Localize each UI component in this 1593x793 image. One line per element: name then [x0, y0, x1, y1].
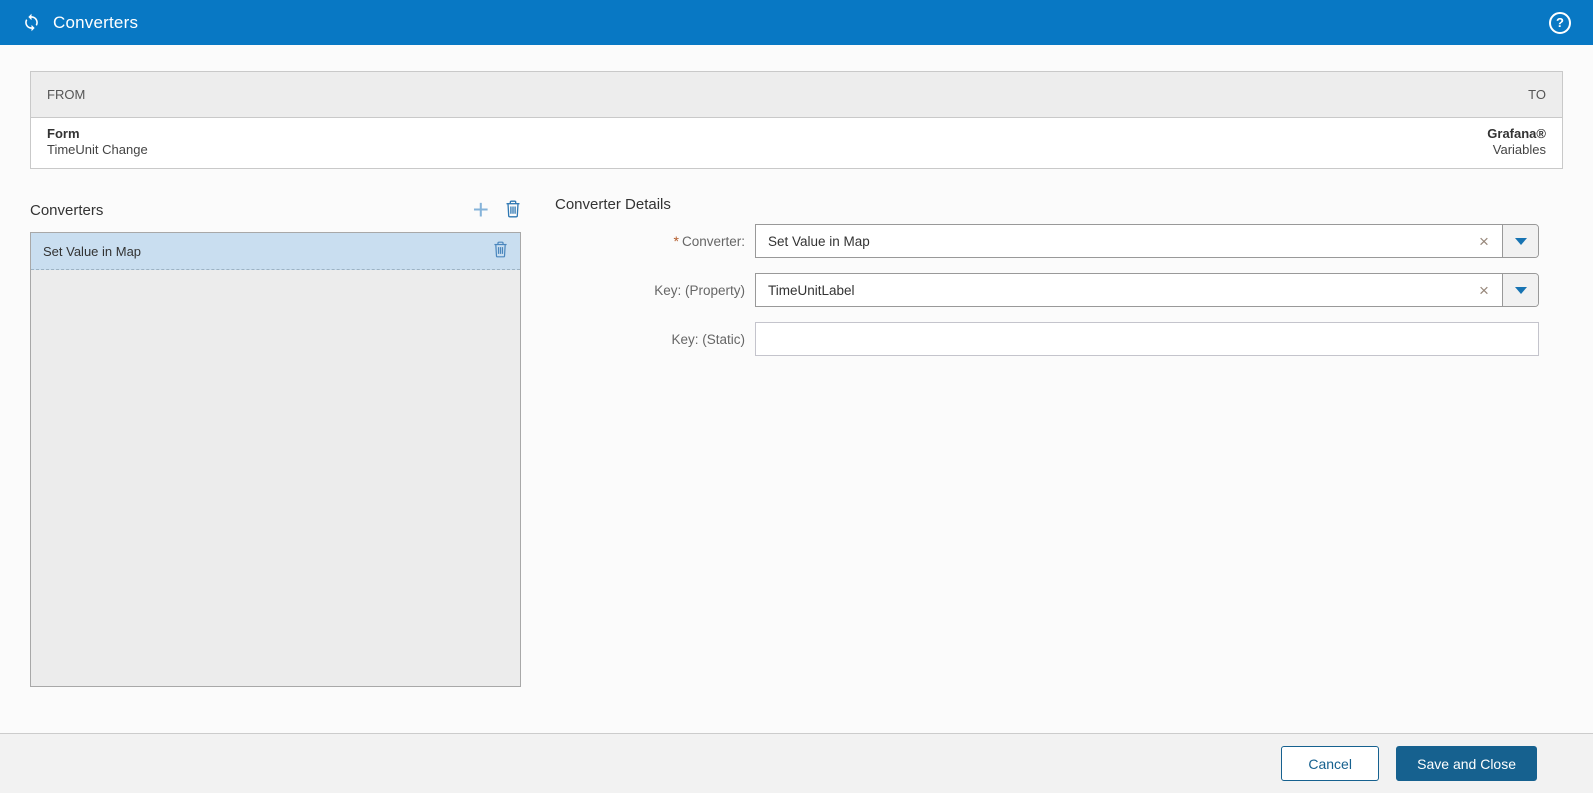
cancel-button[interactable]: Cancel [1281, 746, 1380, 781]
list-item-set-value-in-map[interactable]: Set Value in Map [31, 233, 520, 270]
save-and-close-button[interactable]: Save and Close [1396, 746, 1537, 781]
mapping-table-header: FROM TO [31, 72, 1562, 118]
to-name: Variables [1492, 142, 1546, 157]
converter-field-label: * Converter: [673, 233, 745, 249]
sync-icon [22, 13, 41, 32]
converters-list: Set Value in Map [30, 232, 521, 687]
chevron-down-icon[interactable] [1502, 274, 1538, 306]
key-static-field-label: Key: (Static) [671, 331, 745, 347]
main-content: FROM TO Form TimeUnit Change Grafana® Va… [0, 45, 1593, 733]
help-icon[interactable]: ? [1549, 11, 1571, 34]
mapping-from-cell: Form TimeUnit Change [47, 126, 148, 157]
converters-panel-header: Converters + [30, 196, 521, 224]
key-property-field-label: Key: (Property) [654, 282, 745, 298]
clear-icon[interactable]: × [1466, 225, 1502, 257]
title-bar: Converters ? [0, 0, 1593, 45]
to-type: Grafana® [1487, 126, 1546, 141]
converter-combobox: × [755, 224, 1539, 258]
delete-converter-button[interactable] [505, 200, 521, 221]
clear-icon[interactable]: × [1466, 274, 1502, 306]
trash-icon [505, 200, 521, 221]
panels: Converters + Set Value in Map Converter … [30, 196, 1563, 687]
converters-panel: Converters + Set Value in Map [30, 196, 521, 687]
key-property-field-row: Key: (Property) × [555, 273, 1539, 307]
converter-details-title: Converter Details [555, 196, 671, 213]
key-property-input[interactable] [756, 274, 1466, 306]
converter-input[interactable] [756, 225, 1466, 257]
converter-details-panel: Converter Details *Converter: × Key: (Pr… [555, 196, 1563, 371]
converters-panel-title: Converters [30, 201, 104, 219]
mapping-table: FROM TO Form TimeUnit Change Grafana® Va… [30, 71, 1563, 169]
converters-dialog: Converters ? FROM TO Form TimeUnit Chang… [0, 0, 1593, 793]
mapping-row[interactable]: Form TimeUnit Change Grafana® Variables [31, 118, 1562, 168]
from-name: TimeUnit Change [47, 142, 148, 157]
key-static-field-row: Key: (Static) [555, 322, 1539, 356]
chevron-down-icon[interactable] [1502, 225, 1538, 257]
mapping-to-cell: Grafana® Variables [1487, 126, 1546, 157]
delete-item-button[interactable] [493, 241, 508, 261]
converter-field-row: *Converter: × [555, 224, 1539, 258]
dialog-title: Converters [53, 12, 139, 32]
from-type: Form [47, 126, 80, 141]
from-column-header: FROM [47, 87, 86, 102]
list-item-label: Set Value in Map [43, 243, 142, 259]
required-asterisk: * [673, 233, 679, 249]
add-converter-button[interactable]: + [473, 196, 489, 224]
trash-icon [493, 241, 508, 261]
to-column-header: TO [1528, 87, 1546, 102]
dialog-footer: Cancel Save and Close [0, 733, 1593, 793]
key-property-combobox: × [755, 273, 1539, 307]
key-static-input[interactable] [755, 322, 1539, 356]
